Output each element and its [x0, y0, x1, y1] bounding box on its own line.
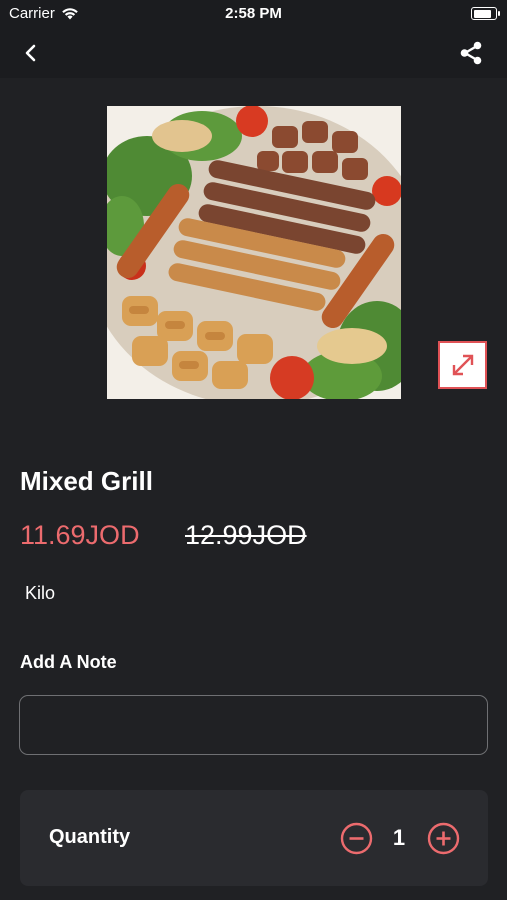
share-button[interactable]	[457, 39, 485, 67]
share-icon	[460, 41, 482, 65]
expand-arrows-icon	[452, 354, 473, 376]
product-price: 11.69JOD	[20, 520, 140, 550]
navigation-bar	[0, 28, 507, 78]
back-button[interactable]	[18, 40, 44, 66]
minus-circle-icon	[340, 822, 373, 855]
expand-image-button[interactable]	[438, 341, 487, 389]
product-old-price: 12.99JOD	[185, 520, 307, 550]
decrease-quantity-button[interactable]	[340, 822, 373, 855]
note-label: Add A Note	[20, 652, 117, 672]
status-bar: Carrier 2:58 PM	[0, 0, 507, 28]
quantity-card: Quantity 1	[20, 790, 488, 886]
product-unit: Kilo	[25, 583, 56, 603]
increase-quantity-button[interactable]	[427, 822, 460, 855]
quantity-label: Quantity	[49, 826, 131, 848]
plus-circle-icon	[427, 822, 460, 855]
battery-level	[473, 9, 492, 18]
note-input[interactable]	[19, 695, 488, 755]
product-name: Mixed Grill	[20, 466, 153, 496]
quantity-value: 1	[392, 825, 406, 850]
grill-platter-illustration	[107, 106, 401, 399]
status-time: 2:58 PM	[225, 5, 282, 22]
battery-icon	[471, 7, 500, 20]
chevron-left-icon	[25, 44, 36, 62]
product-image[interactable]	[107, 106, 401, 399]
